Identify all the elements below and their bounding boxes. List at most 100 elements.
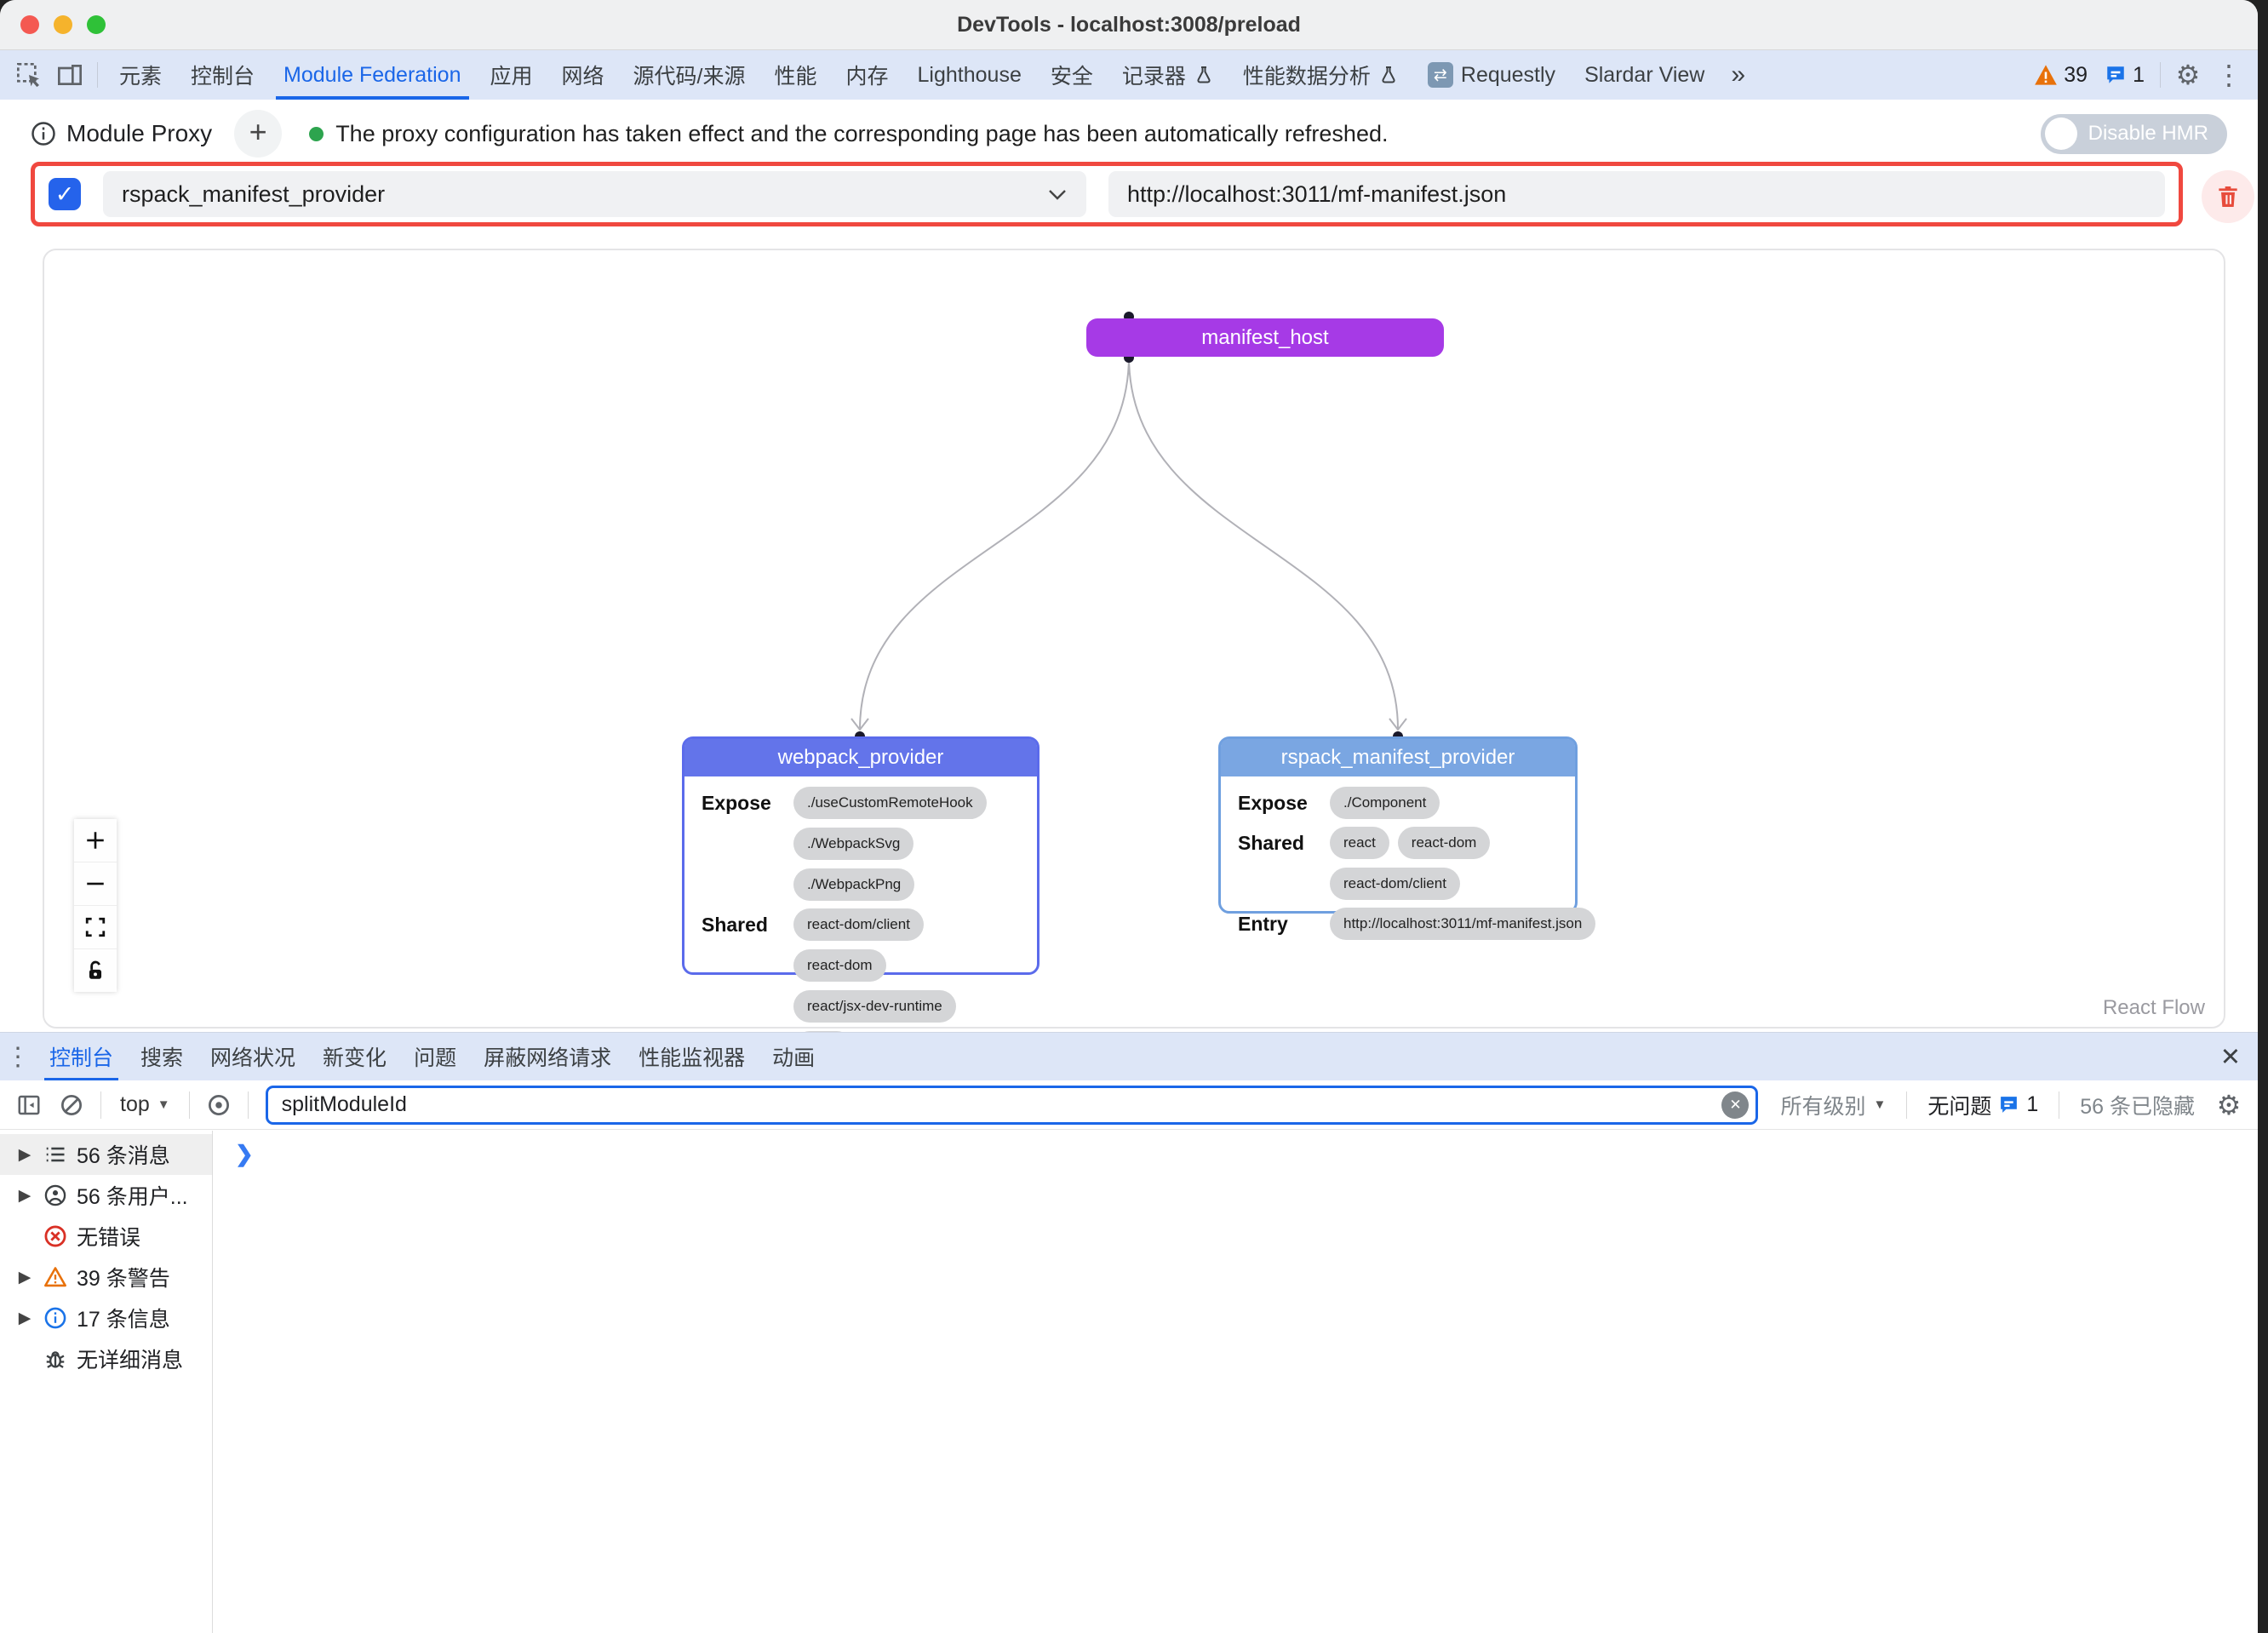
warning-icon	[42, 1265, 69, 1289]
minimize-window-button[interactable]	[54, 15, 72, 34]
flask-icon	[1378, 65, 1399, 85]
drawer-tab-console[interactable]: 控制台	[36, 1033, 127, 1081]
inspect-element-icon[interactable]	[9, 54, 49, 95]
tab-network[interactable]: 网络	[547, 50, 619, 100]
manifest-url-input[interactable]	[1108, 171, 2165, 217]
expose-label: Expose	[1238, 787, 1330, 815]
disable-hmr-toggle[interactable]: Disable HMR	[2041, 114, 2227, 154]
issues-counter[interactable]: 无问题 1	[1917, 1090, 2048, 1120]
sidebar-item-info[interactable]: ▶ 17 条信息	[0, 1298, 212, 1338]
window-title: DevTools - localhost:3008/preload	[957, 13, 1301, 37]
sidebar-item-no-errors[interactable]: 无错误	[0, 1216, 212, 1257]
flow-controls	[74, 819, 117, 992]
drawer-tab-animations[interactable]: 动画	[759, 1033, 828, 1081]
sidebar-item-verbose[interactable]: 无详细消息	[0, 1338, 212, 1379]
settings-gear-icon[interactable]: ⚙	[2168, 54, 2208, 95]
close-window-button[interactable]	[20, 15, 39, 34]
proxy-status-message: The proxy configuration has taken effect…	[335, 121, 1388, 147]
console-filter-input[interactable]	[268, 1092, 1756, 1117]
tab-application[interactable]: 应用	[476, 50, 547, 100]
zoom-in-button[interactable]	[74, 819, 117, 862]
graph-node-manifest-host[interactable]: manifest_host	[1086, 318, 1444, 357]
drawer-tab-issues[interactable]: 问题	[400, 1033, 470, 1081]
chevron-down-icon: ▼	[1873, 1097, 1886, 1112]
module-pill: react-dom	[793, 949, 886, 982]
caret-icon[interactable]: ▶	[15, 1309, 34, 1328]
sidebar-item-user-messages[interactable]: ▶ 56 条用户...	[0, 1175, 212, 1216]
console-sidebar-toggle-icon[interactable]	[10, 1086, 48, 1124]
list-icon	[42, 1143, 69, 1166]
module-pill: ./WebpackSvg	[793, 828, 914, 860]
warnings-badge[interactable]: 39	[2034, 63, 2088, 88]
sidebar-item-warnings[interactable]: ▶ 39 条警告	[0, 1257, 212, 1298]
tab-memory[interactable]: 内存	[832, 50, 903, 100]
zoom-window-button[interactable]	[87, 15, 106, 34]
console-settings-gear-icon[interactable]: ⚙	[2210, 1086, 2248, 1124]
drawer-kebab-menu-icon[interactable]: ⋮	[0, 1036, 36, 1077]
lock-toggle-button[interactable]	[74, 949, 117, 992]
caret-icon[interactable]: ▶	[15, 1145, 34, 1165]
module-proxy-header: Module Proxy + The proxy configuration h…	[0, 100, 2258, 168]
tab-recorder[interactable]: 记录器	[1108, 50, 1228, 100]
tab-slardar-view[interactable]: Slardar View	[1570, 50, 1719, 100]
drawer-tab-changes[interactable]: 新变化	[309, 1033, 400, 1081]
entry-pill: http://localhost:3011/mf-manifest.json	[1330, 908, 1595, 940]
proxy-enabled-checkbox[interactable]: ✓	[49, 178, 81, 210]
graph-node-rspack-manifest-provider[interactable]: rspack_manifest_provider Expose ./Compon…	[1218, 736, 1578, 914]
close-drawer-icon[interactable]: ✕	[2203, 1042, 2258, 1072]
module-pill: react-dom/client	[1330, 868, 1460, 900]
tab-performance[interactable]: 性能	[759, 50, 831, 100]
module-graph-panel[interactable]: manifest_host webpack_provider Expose ./…	[43, 249, 2225, 1029]
context-selector[interactable]: top ▼	[112, 1092, 179, 1117]
module-pill: react-dom	[1398, 827, 1491, 859]
drawer-tab-search[interactable]: 搜索	[127, 1033, 197, 1081]
module-pill: ./Component	[1330, 787, 1440, 819]
traffic-lights	[20, 0, 106, 49]
graph-node-webpack-provider[interactable]: webpack_provider Expose ./useCustomRemot…	[682, 736, 1040, 975]
tab-elements[interactable]: 元素	[105, 50, 176, 100]
drawer-tab-performance-monitor[interactable]: 性能监视器	[625, 1033, 759, 1081]
tab-performance-insights[interactable]: 性能数据分析	[1228, 50, 1413, 100]
status-dot	[309, 127, 324, 141]
kebab-menu-icon[interactable]: ⋮	[2208, 54, 2249, 95]
tab-lighthouse[interactable]: Lighthouse	[903, 50, 1036, 100]
add-proxy-button[interactable]: +	[234, 110, 282, 158]
more-tabs-icon[interactable]: »	[1719, 60, 1757, 89]
chevron-down-icon	[1047, 188, 1068, 201]
drawer-tab-network-conditions[interactable]: 网络状况	[197, 1033, 309, 1081]
bug-icon	[42, 1347, 69, 1371]
console-messages-pane[interactable]: ❯	[213, 1131, 2258, 1633]
node-title: webpack_provider	[684, 739, 1037, 776]
flask-icon	[1194, 65, 1214, 85]
module-pill: react	[1330, 827, 1389, 859]
info-icon	[42, 1306, 69, 1330]
issues-badge[interactable]: 1	[2105, 63, 2145, 88]
graph-edges	[44, 250, 2224, 1027]
provider-select[interactable]: rspack_manifest_provider	[103, 171, 1086, 217]
react-flow-attribution[interactable]: React Flow	[2103, 996, 2205, 1020]
clear-console-icon[interactable]	[53, 1086, 90, 1124]
tab-module-federation[interactable]: Module Federation	[269, 50, 475, 100]
clear-filter-icon[interactable]: ✕	[1721, 1092, 1749, 1119]
caret-icon[interactable]: ▶	[15, 1186, 34, 1206]
console-body: ▶ 56 条消息 ▶ 56 条用户... 无错误 ▶ 39 条警告 ▶	[0, 1131, 2258, 1633]
drawer-tab-network-blocking[interactable]: 屏蔽网络请求	[470, 1033, 625, 1081]
log-level-select[interactable]: 所有级别 ▼	[1770, 1090, 1896, 1120]
tab-security[interactable]: 安全	[1036, 50, 1108, 100]
console-prompt-chevron[interactable]: ❯	[235, 1141, 254, 1167]
fit-view-button[interactable]	[74, 906, 117, 949]
live-expression-eye-icon[interactable]	[200, 1086, 238, 1124]
tab-requestly[interactable]: ⇄ Requestly	[1413, 50, 1570, 100]
device-toolbar-icon[interactable]	[49, 54, 90, 95]
module-pill: ./useCustomRemoteHook	[793, 787, 987, 819]
sidebar-item-all-messages[interactable]: ▶ 56 条消息	[0, 1134, 212, 1175]
tab-console[interactable]: 控制台	[176, 50, 269, 100]
console-sidebar: ▶ 56 条消息 ▶ 56 条用户... 无错误 ▶ 39 条警告 ▶	[0, 1131, 213, 1633]
tab-sources[interactable]: 源代码/来源	[619, 50, 760, 100]
error-icon	[42, 1224, 69, 1248]
delete-proxy-button[interactable]	[2202, 170, 2254, 223]
trash-icon	[2214, 183, 2242, 210]
module-pill: react-dom/client	[793, 908, 924, 941]
caret-icon[interactable]: ▶	[15, 1268, 34, 1287]
zoom-out-button[interactable]	[74, 862, 117, 906]
